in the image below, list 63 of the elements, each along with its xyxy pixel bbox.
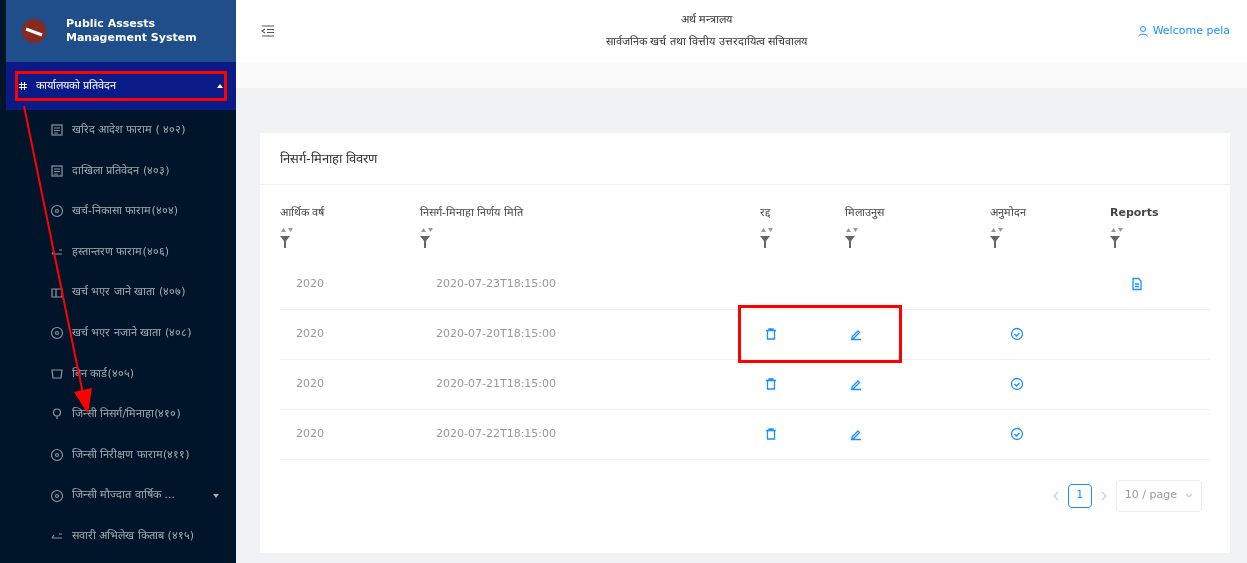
menu-item[interactable]: खरिद आदेश फाराम ( ४०२) bbox=[6, 110, 236, 151]
sort-icon[interactable] bbox=[280, 225, 294, 234]
sort-icon[interactable] bbox=[845, 225, 859, 234]
table-cell-text: 2020-07-20T18:15:00 bbox=[435, 325, 558, 342]
menu-item[interactable]: खर्च भएर नजाने खाता (४०८) bbox=[6, 312, 236, 354]
menu-item[interactable]: जिन्सी निरीक्षण फाराम(४११) bbox=[6, 434, 236, 476]
table-cell-text: 2020 bbox=[295, 325, 325, 342]
column-header: रद्द bbox=[760, 205, 772, 221]
sort-icon[interactable] bbox=[1110, 225, 1124, 234]
check-circle-icon[interactable] bbox=[1010, 427, 1024, 441]
table-cell-text: 2020-07-21T18:15:00 bbox=[435, 375, 558, 392]
column-header: निसर्ग-मिनाहा निर्णय मिति bbox=[420, 205, 525, 221]
pin-icon bbox=[50, 407, 64, 422]
menu-item[interactable]: दाखिला प्रतिवेदन (४०३) bbox=[6, 150, 236, 192]
form-icon bbox=[50, 123, 64, 138]
column-header: अनुमोदन bbox=[990, 205, 1028, 221]
trash-icon[interactable] bbox=[764, 377, 778, 391]
caret-icon bbox=[1185, 492, 1193, 499]
table-cell-text: 2020-07-22T18:15:00 bbox=[435, 425, 558, 442]
menu-item[interactable]: खर्च-निकासा फाराम(४०४) bbox=[6, 191, 236, 232]
sort-icon[interactable] bbox=[420, 225, 434, 234]
table-cell-text: 2020 bbox=[295, 375, 325, 392]
menu-item[interactable]: जिन्सी निसर्ग/मिनाहा(४१०) bbox=[6, 394, 236, 435]
hash-icon bbox=[18, 81, 28, 91]
circle-icon bbox=[50, 488, 64, 503]
file-icon[interactable] bbox=[1130, 277, 1144, 291]
table-cell-text: 2020 bbox=[295, 275, 325, 292]
check-circle-icon[interactable] bbox=[1010, 377, 1024, 391]
table-cell-text: 2020-07-23T18:15:00 bbox=[435, 275, 558, 292]
filter-icon[interactable] bbox=[760, 235, 770, 248]
ministry-name: अर्थ मन्त्रालय bbox=[680, 11, 733, 28]
app-title: Public Assests Management System bbox=[66, 17, 198, 45]
menu-item[interactable]: खर्च भएर जाने खाता (४०७) bbox=[6, 272, 236, 313]
trash-icon[interactable] bbox=[764, 327, 778, 341]
trash-icon[interactable] bbox=[764, 427, 778, 441]
filter-icon[interactable] bbox=[990, 235, 1000, 248]
menu-item[interactable]: सवारी अभिलेख किताब (४१५) bbox=[6, 515, 236, 557]
sort-icon[interactable] bbox=[990, 225, 1004, 234]
filter-icon[interactable] bbox=[420, 235, 430, 248]
circle-icon bbox=[50, 448, 64, 463]
card-icon bbox=[50, 366, 64, 381]
sort-icon[interactable] bbox=[760, 225, 774, 234]
card-title: निसर्ग-मिनाहा विवरण bbox=[280, 149, 377, 168]
user-icon bbox=[1136, 25, 1149, 37]
office-name: सार्वजनिक खर्च तथा वित्तीय उत्तरदायित्व सचिवालय bbox=[605, 34, 808, 50]
check-circle-icon[interactable] bbox=[1010, 327, 1024, 341]
table-cell-text: 2020 bbox=[295, 425, 325, 442]
column-header: मिलाउनुस bbox=[845, 205, 886, 221]
caret-icon bbox=[212, 491, 220, 500]
caret-icon bbox=[216, 82, 224, 90]
circle-icon bbox=[50, 326, 64, 341]
book-icon bbox=[50, 285, 64, 300]
menu-header[interactable]: कार्यालयको प्रतिवेदन bbox=[6, 62, 236, 110]
circle-icon bbox=[50, 204, 64, 219]
column-header: आर्थिक वर्ष bbox=[280, 205, 326, 221]
menu-fold-icon[interactable] bbox=[260, 23, 276, 39]
form-icon bbox=[50, 163, 64, 178]
menu-item[interactable]: जिन्सी मौज्दात वार्षिक ... bbox=[6, 475, 236, 516]
filter-icon[interactable] bbox=[280, 235, 290, 248]
menu-item[interactable]: हस्तान्तरण फाराम(४०६) bbox=[6, 231, 236, 273]
filter-icon[interactable] bbox=[845, 235, 855, 248]
column-header: Reports bbox=[1110, 205, 1160, 221]
filter-icon[interactable] bbox=[1110, 235, 1120, 248]
